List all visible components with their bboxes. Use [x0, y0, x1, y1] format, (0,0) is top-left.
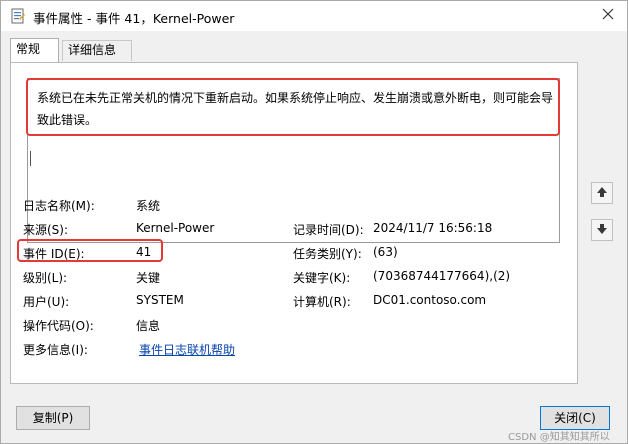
window-title: 事件属性 - 事件 41，Kernel-Power [33, 11, 235, 26]
computer-label: 计算机(R): [293, 295, 351, 309]
online-help-link[interactable]: 事件日志联机帮助 [139, 341, 235, 358]
logged-label: 记录时间(D): [293, 223, 364, 237]
source-value: Kernel-Power [136, 221, 215, 235]
keywords-value: (70368744177664),(2) [373, 269, 511, 283]
opcode-value: 信息 [136, 319, 161, 333]
keywords-label: 关键字(K): [293, 271, 351, 285]
log-name-label: 日志名称(M): [23, 199, 95, 213]
user-value: SYSTEM [136, 293, 184, 307]
arrow-down-icon [595, 222, 609, 239]
user-label: 用户(U): [23, 295, 70, 309]
description-box[interactable]: 系统已在未先正常关机的情况下重新启动。如果系统停止响应、发生崩溃或意外断电，则可… [27, 78, 560, 243]
task-category-value: (63) [373, 245, 398, 259]
next-event-button[interactable] [591, 219, 613, 241]
copy-button[interactable]: 复制(P) [16, 406, 90, 430]
computer-value: DC01.contoso.com [373, 293, 487, 307]
tab-details[interactable]: 详细信息 [62, 40, 132, 61]
event-description: 系统已在未先正常关机的情况下重新启动。如果系统停止响应、发生崩溃或意外断电，则可… [37, 91, 554, 127]
event-properties-window: 事件属性 - 事件 41，Kernel-Power 常规 详细信息 系统已在未先… [0, 0, 628, 444]
event-id-label: 事件 ID(E): [23, 247, 85, 261]
close-icon[interactable] [595, 3, 621, 27]
source-label: 来源(S): [23, 223, 69, 237]
level-label: 级别(L): [23, 271, 68, 285]
text-caret [30, 151, 31, 166]
level-value: 关键 [136, 271, 161, 285]
previous-event-button[interactable] [591, 182, 613, 204]
general-panel: 系统已在未先正常关机的情况下重新启动。如果系统停止响应、发生崩溃或意外断电，则可… [10, 62, 578, 384]
opcode-label: 操作代码(O): [23, 319, 94, 333]
arrow-up-icon [595, 185, 609, 202]
tab-general[interactable]: 常规 [10, 38, 59, 62]
event-properties-icon [11, 8, 25, 24]
logged-value: 2024/11/7 16:56:18 [373, 221, 493, 235]
task-category-label: 任务类别(Y): [293, 247, 362, 261]
log-name-value: 系统 [136, 199, 161, 213]
title-bar: 事件属性 - 事件 41，Kernel-Power [1, 1, 627, 31]
watermark: CSDN @知其知其所以 [508, 432, 610, 443]
event-id-value: 41 [136, 245, 152, 259]
close-button[interactable]: 关闭(C) [540, 406, 610, 430]
more-info-label: 更多信息(I): [23, 343, 88, 357]
